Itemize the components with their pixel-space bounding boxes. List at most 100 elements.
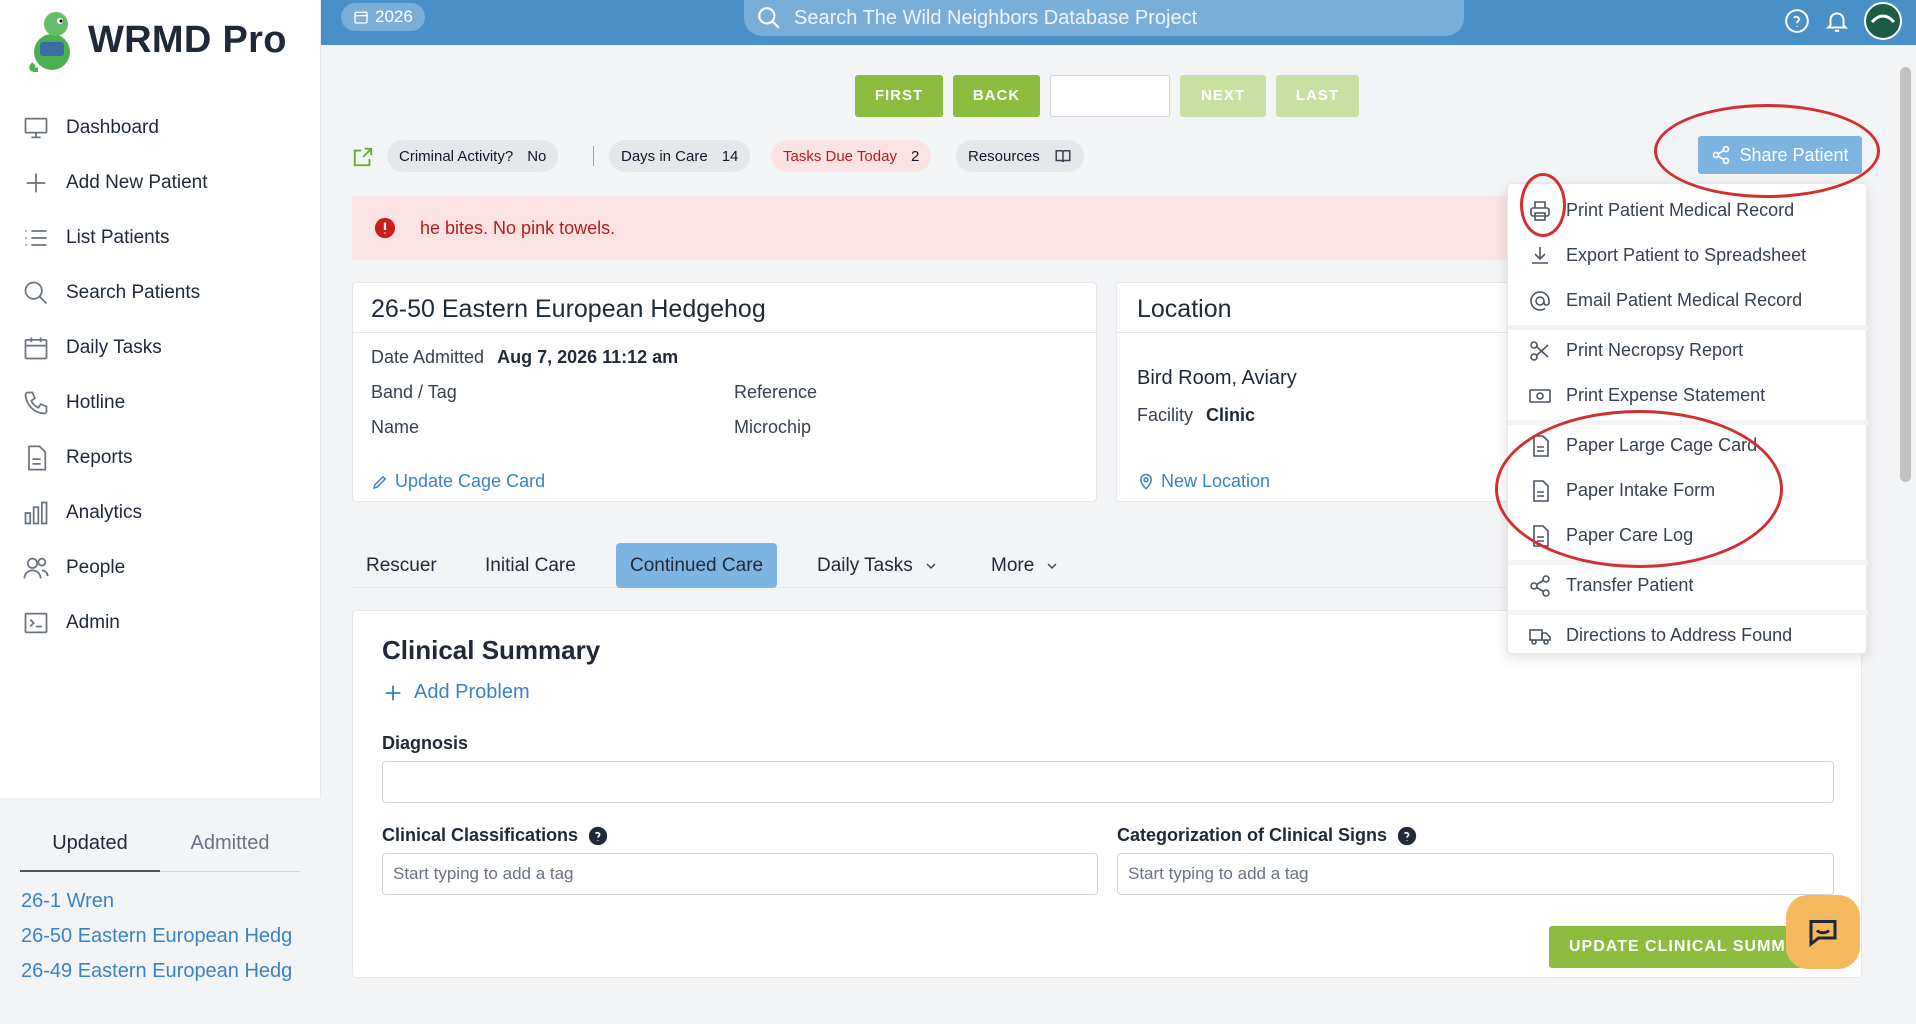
tab-continued-care[interactable]: Continued Care (616, 543, 778, 588)
recent-patient-link[interactable]: 26-1 Wren (21, 890, 292, 925)
tab-more[interactable]: More (977, 543, 1074, 588)
sidebar-item-label: List Patients (66, 226, 170, 248)
clinical-classifications-input[interactable]: Start typing to add a tag (382, 853, 1098, 895)
sidebar-item-daily-tasks[interactable]: Daily Tasks (22, 320, 208, 375)
add-problem-link[interactable]: Add Problem (382, 681, 530, 704)
sidebar-item-dashboard[interactable]: Dashboard (22, 100, 208, 155)
sidebar-item-label: Reports (66, 446, 133, 468)
sidebar-item-label: Dashboard (66, 116, 159, 138)
patient-number-input[interactable] (1050, 75, 1170, 117)
search-icon (24, 281, 48, 304)
at-sign-icon (1530, 290, 1550, 311)
add-problem-label: Add Problem (414, 681, 530, 703)
back-button[interactable]: BACK (953, 75, 1040, 117)
recent-patient-link[interactable]: 26-50 Eastern European Hedg (21, 925, 292, 960)
sidebar-item-label: People (66, 556, 126, 578)
help-icon[interactable] (1784, 8, 1810, 34)
criminal-activity-badge: Criminal Activity? No (387, 140, 559, 172)
patient-card: 26-50 Eastern European Hedgehog Date Adm… (352, 282, 1098, 502)
sidebar-item-people[interactable]: People (22, 540, 208, 595)
first-button[interactable]: FIRST (855, 75, 943, 117)
tab-admitted[interactable]: Admitted (160, 824, 300, 872)
avatar[interactable] (1864, 2, 1902, 40)
facility-label: Facility (1137, 405, 1194, 425)
app-logo[interactable]: WRMD Pro (26, 8, 287, 72)
money-icon (1529, 388, 1551, 403)
date-admitted-value: Aug 7, 2026 11:12 am (497, 347, 679, 367)
days-in-care-badge: Days in Care 14 (609, 140, 751, 172)
global-search-input[interactable]: Search The Wild Neighbors Database Proje… (744, 0, 1464, 36)
tab-daily-tasks[interactable]: Daily Tasks (803, 543, 953, 588)
diagnosis-field[interactable] (382, 761, 1834, 803)
menu-item-label: Print Expense Statement (1566, 385, 1766, 405)
update-cage-card-link[interactable]: Update Cage Card (371, 471, 545, 492)
top-bar: 2026 Search The Wild Neighbors Database … (321, 0, 1916, 45)
input-placeholder: Start typing to add a tag (393, 864, 574, 883)
sidebar-item-admin[interactable]: Admin (22, 595, 208, 650)
clinical-signs-input[interactable]: Start typing to add a tag (1117, 853, 1834, 895)
facility-value: Clinic (1206, 405, 1256, 425)
support-chat-button[interactable] (1786, 895, 1860, 969)
truck-icon (1529, 628, 1551, 645)
tasks-due-value: 2 (910, 147, 920, 165)
menu-item-label: Print Patient Medical Record (1566, 200, 1795, 220)
new-location-label: New Location (1161, 471, 1271, 491)
topbar-icons (1784, 2, 1902, 40)
menu-item-directions-address-found[interactable]: Directions to Address Found (1508, 613, 1868, 658)
menu-item-label: Export Patient to Spreadsheet (1566, 245, 1807, 265)
tasks-due-label: Tasks Due Today (783, 147, 897, 165)
divider (353, 332, 1098, 333)
location-area: Bird Room, Aviary (1137, 367, 1297, 389)
external-link-icon[interactable] (352, 146, 374, 168)
patient-alert: he bites. No pink towels. (352, 196, 1542, 260)
tab-label: Initial Care (485, 555, 576, 576)
calendar-icon (354, 11, 368, 24)
menu-item-email-medical-record[interactable]: Email Patient Medical Record (1508, 278, 1868, 323)
book-icon (1055, 150, 1071, 163)
help-icon[interactable] (1397, 826, 1417, 846)
menu-item-print-necropsy-report[interactable]: Print Necropsy Report (1508, 328, 1868, 373)
menu-item-export-spreadsheet[interactable]: Export Patient to Spreadsheet (1508, 233, 1868, 278)
scrollbar-thumb[interactable] (1900, 67, 1911, 482)
share-icon (1530, 574, 1550, 597)
year-selector[interactable]: 2026 (341, 3, 425, 31)
annotation-circle (1495, 410, 1783, 568)
menu-item-label: Directions to Address Found (1566, 625, 1793, 645)
tab-updated[interactable]: Updated (20, 824, 160, 872)
recent-patient-link[interactable]: 26-49 Eastern European Hedg (21, 960, 292, 995)
sidebar: WRMD Pro Dashboard Add New Patient List … (0, 0, 321, 1024)
tab-rescuer[interactable]: Rescuer (352, 543, 451, 588)
chat-bubble-icon (1809, 920, 1837, 948)
date-admitted-label: Date Admitted (371, 347, 485, 367)
sidebar-item-list-patients[interactable]: List Patients (22, 210, 208, 265)
annotation-circle (1654, 104, 1880, 198)
tasks-due-badge[interactable]: Tasks Due Today 2 (771, 140, 932, 172)
help-icon[interactable] (588, 826, 608, 846)
update-clinical-summary-button[interactable]: UPDATE CLINICAL SUMMA (1549, 926, 1809, 968)
sidebar-item-hotline[interactable]: Hotline (22, 375, 208, 430)
chevron-down-icon (926, 563, 936, 569)
recent-patients-panel: Updated Admitted 26-1 Wren 26-50 Eastern… (0, 798, 321, 1024)
bell-icon[interactable] (1824, 8, 1850, 34)
sidebar-item-analytics[interactable]: Analytics (22, 485, 208, 540)
year-label: 2026 (375, 7, 413, 26)
sidebar-item-add-new-patient[interactable]: Add New Patient (22, 155, 208, 210)
download-icon (1532, 246, 1548, 264)
divider (593, 146, 594, 166)
name-label: Name (371, 417, 420, 437)
gecko-mascot-icon (29, 12, 70, 72)
divider (1117, 332, 1517, 333)
tab-initial-care[interactable]: Initial Care (471, 543, 590, 588)
patient-title: 26-50 Eastern European Hedgehog (371, 295, 766, 323)
menu-item-print-expense-statement[interactable]: Print Expense Statement (1508, 373, 1868, 418)
sidebar-item-reports[interactable]: Reports (22, 430, 208, 485)
next-button[interactable]: NEXT (1180, 75, 1266, 117)
sidebar-item-search-patients[interactable]: Search Patients (22, 265, 208, 320)
menu-item-label: Email Patient Medical Record (1566, 290, 1803, 310)
resources-badge[interactable]: Resources (956, 140, 1084, 172)
menu-item-transfer-patient[interactable]: Transfer Patient (1508, 563, 1868, 608)
last-button[interactable]: LAST (1276, 75, 1359, 117)
page-scrollbar[interactable] (1896, 45, 1916, 1024)
new-location-link[interactable]: New Location (1137, 471, 1270, 492)
terminal-icon (24, 612, 48, 633)
